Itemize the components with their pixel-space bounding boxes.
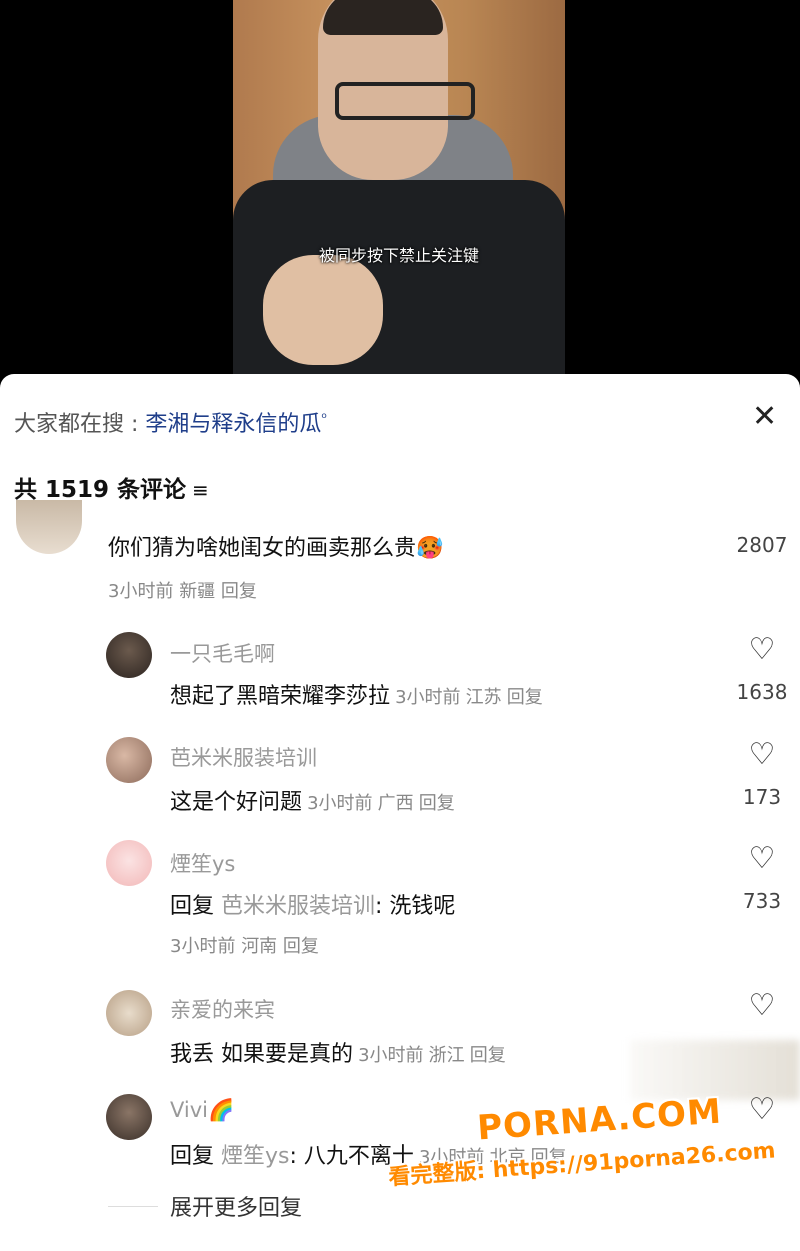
reply-body: : 洗钱呢: [375, 894, 456, 919]
avatar[interactable]: [106, 1094, 152, 1140]
avatar[interactable]: [106, 990, 152, 1036]
reply-body: 我丢 如果要是真的: [170, 1042, 353, 1067]
comment-count: 共 1519 条评论 ≡: [14, 470, 209, 504]
like-count: 173: [742, 785, 782, 809]
avatar[interactable]: [106, 840, 152, 886]
reply-meta: 3小时前 河南 回复: [170, 932, 319, 958]
video-caption: 被同步按下禁止关注键: [318, 246, 479, 265]
expand-more-replies-button[interactable]: 展开更多回复: [170, 1190, 302, 1222]
comment-time: 3小时前: [108, 581, 174, 602]
comment-time: 3小时前: [170, 936, 236, 957]
heart-icon[interactable]: ♡: [722, 739, 800, 771]
reply-body: 想起了黑暗荣耀李莎拉: [170, 684, 391, 709]
top-comment-meta: 3小时前 新疆 回复: [108, 577, 257, 603]
close-icon[interactable]: ✕: [752, 402, 777, 432]
heart-icon[interactable]: ♡: [722, 990, 800, 1022]
reply-content: 这是个好问题 3小时前 广西 回复: [170, 784, 455, 816]
quoted-username[interactable]: 芭米米服装培训: [221, 894, 375, 919]
glasses-shape: [335, 82, 475, 120]
avatar[interactable]: [106, 632, 152, 678]
reply-username[interactable]: 芭米米服装培训: [170, 742, 317, 772]
comment-time: 3小时前: [395, 687, 461, 708]
comment-location: 江苏: [465, 687, 502, 708]
reply-button[interactable]: 回复: [419, 793, 455, 814]
comment-time: 3小时前: [307, 793, 373, 814]
comment-location: 新疆: [179, 581, 216, 602]
reply-username[interactable]: 煙笙ys: [170, 848, 235, 878]
reply-button[interactable]: 回复: [507, 687, 543, 708]
reply-username[interactable]: 一只毛毛啊: [170, 638, 275, 668]
heart-icon[interactable]: ♡: [722, 843, 800, 875]
reply-button[interactable]: 回复: [470, 1045, 506, 1066]
reply-prefix: 回复: [170, 1144, 221, 1169]
filter-icon[interactable]: ≡: [192, 478, 209, 502]
comment-location: 河南: [241, 936, 278, 957]
like-count: 2807: [736, 533, 788, 557]
reply-content: 回复 芭米米服装培训: 洗钱呢: [170, 888, 455, 920]
hair-shape: [323, 0, 443, 35]
video-player[interactable]: 被同步按下禁止关注键: [0, 0, 800, 378]
reply-button[interactable]: 回复: [221, 581, 257, 602]
like-count: 1638: [736, 680, 788, 704]
quoted-username[interactable]: 煙笙ys: [221, 1144, 289, 1169]
reply-content: 我丢 如果要是真的 3小时前 浙江 回复: [170, 1036, 506, 1068]
top-comment-text: 你们猜为啥她闺女的画卖那么贵🥵: [108, 530, 443, 562]
video-frame: 被同步按下禁止关注键: [233, 0, 565, 378]
top-comment-body: 你们猜为啥她闺女的画卖那么贵: [108, 536, 417, 561]
reply-username[interactable]: 亲爱的来宾: [170, 994, 275, 1024]
heart-icon[interactable]: ♡: [722, 1094, 800, 1126]
comment-location: 广西: [377, 793, 414, 814]
reply-button[interactable]: 回复: [283, 936, 319, 957]
reply-username[interactable]: Vivi🌈: [170, 1098, 234, 1123]
reply-body: 这是个好问题: [170, 790, 303, 815]
avatar[interactable]: [106, 737, 152, 783]
comment-location: 浙江: [428, 1045, 465, 1066]
trending-search-prefix: 大家都在搜 :: [14, 412, 146, 437]
hand-shape: [263, 255, 383, 365]
divider: [108, 1206, 158, 1207]
search-icon: ᵒ: [321, 410, 328, 427]
reply-content: 想起了黑暗荣耀李莎拉 3小时前 江苏 回复: [170, 678, 543, 710]
trending-search-keyword[interactable]: 李湘与释永信的瓜: [145, 412, 321, 437]
emoji: 🥵: [416, 536, 444, 561]
trending-search[interactable]: 大家都在搜 : 李湘与释永信的瓜ᵒ: [14, 406, 327, 438]
heart-icon[interactable]: ♡: [722, 634, 800, 666]
comment-time: 3小时前: [358, 1045, 424, 1066]
like-count: 733: [742, 889, 782, 913]
reply-prefix: 回复: [170, 894, 221, 919]
